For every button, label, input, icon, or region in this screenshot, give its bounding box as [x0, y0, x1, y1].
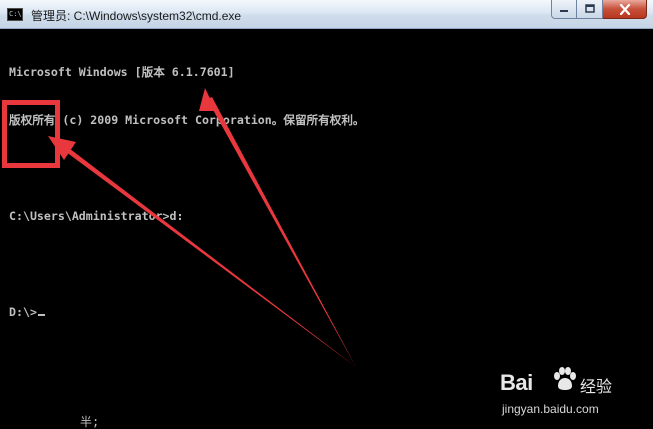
console-line-copyright: 版权所有 (c) 2009 Microsoft Corporation。保留所有… [9, 113, 365, 127]
watermark-brand-suffix: 经验 [580, 377, 613, 396]
paw-icon [554, 367, 576, 390]
baidu-watermark: Bai 经验 jingyan.baidu.com [500, 362, 650, 422]
cmd-icon[interactable]: C:\ [7, 8, 23, 21]
cmd-window: C:\ 管理员: C:\Windows\system32\cmd.exe Mic… [0, 0, 653, 429]
maximize-icon [584, 4, 595, 13]
title-bar[interactable]: C:\ 管理员: C:\Windows\system32\cmd.exe [0, 0, 653, 29]
console-output[interactable]: Microsoft Windows [版本 6.1.7601] 版权所有 (c)… [9, 32, 365, 352]
console-line-version: Microsoft Windows [版本 6.1.7601] [9, 65, 235, 79]
watermark-brand: Bai [500, 370, 533, 395]
text-cursor [37, 314, 45, 316]
console-line-prompt: D:\> [9, 304, 365, 320]
minimize-icon [560, 10, 568, 12]
window-title: 管理员: C:\Windows\system32\cmd.exe [31, 9, 242, 23]
close-button[interactable] [603, 0, 647, 19]
minimize-button[interactable] [551, 0, 577, 19]
console-prompt: D:\> [9, 305, 37, 319]
close-icon [619, 3, 630, 15]
overlay-text-fragment: 半; [80, 415, 100, 429]
watermark-url: jingyan.baidu.com [502, 402, 599, 416]
maximize-button[interactable] [577, 0, 603, 19]
caption-buttons [551, 0, 647, 20]
console-line-command: C:\Users\Administrator>d: [9, 209, 184, 223]
